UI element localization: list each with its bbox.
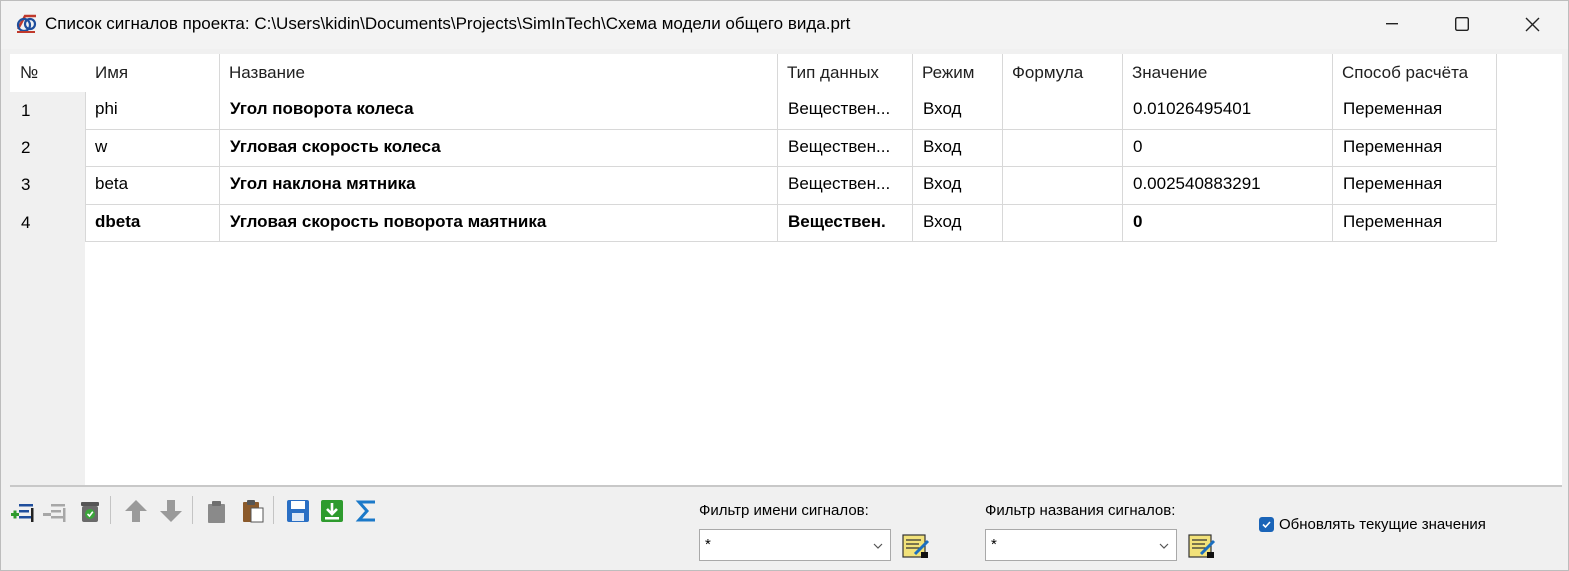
- toolbar-separator: [273, 496, 274, 524]
- remove-signal-icon[interactable]: [41, 498, 67, 524]
- formula-cell[interactable]: [1003, 90, 1122, 127]
- type-cell[interactable]: Веществен...: [778, 128, 912, 165]
- add-signal-icon[interactable]: [9, 498, 35, 524]
- type-cell[interactable]: Веществен.: [778, 203, 912, 240]
- method-cell[interactable]: Переменная: [1333, 128, 1496, 165]
- formula-cell[interactable]: [1003, 203, 1122, 240]
- name-cell[interactable]: phi: [85, 90, 219, 127]
- paste-icon[interactable]: [240, 498, 266, 524]
- type-cell[interactable]: Веществен...: [778, 165, 912, 202]
- grid-line: [1496, 54, 1497, 242]
- save-icon[interactable]: [285, 498, 311, 524]
- delete-icon[interactable]: [77, 498, 103, 524]
- value-cell[interactable]: 0: [1123, 203, 1332, 240]
- mode-cell[interactable]: Вход: [913, 128, 1002, 165]
- chevron-down-icon[interactable]: [1158, 540, 1170, 552]
- value-cell[interactable]: 0.002540883291: [1123, 165, 1332, 202]
- column-header-value[interactable]: Значение: [1132, 63, 1207, 87]
- sum-icon[interactable]: [354, 498, 380, 524]
- method-cell[interactable]: Переменная: [1333, 203, 1496, 240]
- column-header-name[interactable]: Имя: [95, 63, 128, 87]
- toolbar-separator: [110, 496, 111, 524]
- title-cell[interactable]: Угловая скорость поворота маятника: [220, 203, 777, 240]
- grid-line: [85, 241, 1497, 242]
- row-number-cell[interactable]: 3: [10, 166, 85, 203]
- name-filter-value: *: [705, 536, 711, 553]
- signals-table[interactable]: № Имя Название Тип данных Режим Формула …: [10, 54, 1562, 485]
- row-number-cell[interactable]: 2: [10, 129, 85, 166]
- name-filter-label: Фильтр имени сигналов:: [699, 502, 869, 519]
- checkmark-icon: [1262, 521, 1271, 529]
- column-header-mode[interactable]: Режим: [922, 63, 974, 87]
- signals-window: Список сигналов проекта: C:\Users\kidin\…: [0, 0, 1569, 571]
- title-filter-label: Фильтр названия сигналов:: [985, 502, 1176, 519]
- column-header-title[interactable]: Название: [229, 63, 305, 87]
- method-cell[interactable]: Переменная: [1333, 165, 1496, 202]
- title-cell[interactable]: Угол наклона мятника: [220, 165, 777, 202]
- row-number-cell[interactable]: 4: [10, 204, 85, 241]
- maximize-icon: [1455, 17, 1469, 31]
- column-header-formula[interactable]: Формула: [1012, 63, 1083, 87]
- close-button[interactable]: [1497, 1, 1567, 47]
- copy-icon[interactable]: [204, 498, 230, 524]
- title-cell[interactable]: Угол поворота колеса: [220, 90, 777, 127]
- value-cell[interactable]: 0: [1123, 128, 1332, 165]
- title-filter-value: *: [991, 536, 997, 553]
- close-icon: [1525, 17, 1539, 31]
- column-header-type[interactable]: Тип данных: [787, 63, 879, 87]
- simintech-app-icon: [16, 14, 37, 33]
- title-bar[interactable]: Список сигналов проекта: C:\Users\kidin\…: [1, 1, 1568, 49]
- apply-title-filter-icon[interactable]: [1187, 532, 1217, 560]
- formula-cell[interactable]: [1003, 128, 1122, 165]
- import-icon[interactable]: [319, 498, 345, 524]
- type-cell[interactable]: Веществен...: [778, 90, 912, 127]
- move-down-icon[interactable]: [158, 498, 184, 524]
- method-cell[interactable]: Переменная: [1333, 90, 1496, 127]
- minimize-button[interactable]: [1357, 1, 1427, 47]
- window-title: Список сигналов проекта: C:\Users\kidin\…: [45, 14, 851, 33]
- formula-cell[interactable]: [1003, 165, 1122, 202]
- column-header-method[interactable]: Способ расчёта: [1342, 63, 1468, 87]
- toolbar-separator: [192, 496, 193, 524]
- name-cell[interactable]: beta: [85, 165, 219, 202]
- name-cell[interactable]: w: [85, 128, 219, 165]
- title-filter-combobox[interactable]: *: [985, 529, 1177, 561]
- title-cell[interactable]: Угловая скорость колеса: [220, 128, 777, 165]
- minimize-icon: [1386, 23, 1398, 25]
- table-bottom-border: [10, 485, 1562, 487]
- value-cell[interactable]: 0.01026495401: [1123, 90, 1332, 127]
- update-values-label[interactable]: Обновлять текущие значения: [1279, 516, 1486, 533]
- column-header-number[interactable]: №: [20, 63, 38, 87]
- apply-name-filter-icon[interactable]: [901, 532, 931, 560]
- mode-cell[interactable]: Вход: [913, 203, 1002, 240]
- mode-cell[interactable]: Вход: [913, 165, 1002, 202]
- row-number-cell[interactable]: 1: [10, 92, 85, 129]
- name-cell[interactable]: dbeta: [85, 203, 219, 240]
- maximize-button[interactable]: [1427, 1, 1497, 47]
- mode-cell[interactable]: Вход: [913, 90, 1002, 127]
- chevron-down-icon[interactable]: [872, 540, 884, 552]
- update-values-checkbox[interactable]: [1259, 517, 1274, 532]
- move-up-icon[interactable]: [123, 498, 149, 524]
- name-filter-combobox[interactable]: *: [699, 529, 891, 561]
